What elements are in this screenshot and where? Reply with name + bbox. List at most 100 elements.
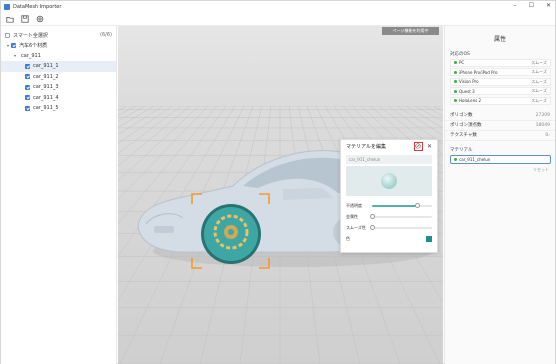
tree-item[interactable]: ▾ car_911: [1, 51, 116, 62]
stat-value: 27309: [535, 112, 550, 118]
material-prop-label: スムーズ性: [346, 224, 366, 230]
tree-item-checkbox[interactable]: [25, 95, 30, 101]
color-label: 色: [346, 235, 350, 241]
tree-item[interactable]: car_911_1: [1, 61, 116, 72]
stat-row: ポリゴン数 27309: [445, 111, 555, 121]
os-name: PC: [459, 60, 465, 65]
material-prop-slider[interactable]: [372, 202, 432, 208]
stat-row: ポリゴン頂点数 18049: [445, 121, 555, 131]
app-window: DataMesh Importer – ☐ ✕ スマート全選択 (6/6) ▾ 汽…: [0, 0, 556, 364]
os-status: スムーズ: [531, 78, 547, 84]
os-status: スムーズ: [531, 59, 547, 65]
os-status: スムーズ: [531, 69, 547, 74]
material-status-dot: [454, 157, 457, 161]
close-icon[interactable]: ✕: [546, 2, 551, 9]
smart-select-count: (6/6): [100, 32, 112, 38]
app-logo-icon: [4, 3, 10, 10]
maximize-icon[interactable]: ☐: [529, 2, 534, 9]
dialog-title: マテリアルを編集: [346, 143, 386, 150]
properties-title: 属性: [493, 36, 506, 43]
os-status: スムーズ: [531, 88, 547, 93]
material-prop-label: 金属性: [346, 213, 358, 219]
smart-select-label: スマート全選択: [13, 32, 48, 39]
tree-item-checkbox[interactable]: [25, 63, 30, 69]
material-name-field[interactable]: car_911_chelun: [346, 155, 432, 164]
edit-icon: [415, 143, 422, 149]
material-prop-slider[interactable]: [369, 224, 432, 230]
stat-row: テクスチャ数 0 ›: [445, 131, 555, 141]
material-edit-dialog: マテリアルを編集 ✕ car_911_chelun 不透明度金属性スムーズ性 色: [340, 139, 438, 253]
stat-label: ポリゴン数: [450, 113, 473, 118]
material-prop-row: 不透明度: [341, 200, 437, 211]
tree-item[interactable]: car_911_5: [1, 103, 116, 114]
os-row: HoloLens 2 スムーズ: [450, 96, 551, 105]
save-icon: [21, 14, 29, 23]
expand-caret-icon[interactable]: ▾: [12, 53, 18, 58]
os-status-dot: [454, 70, 457, 74]
os-status: スムーズ: [531, 97, 547, 103]
slider-knob[interactable]: [369, 224, 375, 230]
slider-knob[interactable]: [369, 213, 375, 219]
slider-fill: [372, 204, 417, 207]
window-controls: – ☐ ✕: [514, 2, 551, 9]
os-status-dot: [454, 99, 457, 102]
os-name: Quest 3: [459, 88, 475, 94]
tree-item-checkbox[interactable]: [25, 105, 30, 111]
color-swatch[interactable]: [426, 235, 432, 242]
reset-button[interactable]: リセット: [445, 167, 549, 173]
properties-panel: 属性 対応のOS PC スムーズ iPhone Pro/iPad Pro スムーズ Vi…: [444, 26, 555, 364]
os-status-dot: [454, 80, 457, 83]
tree-item-label: car_911_2: [33, 73, 59, 80]
material-preview: [346, 166, 432, 196]
os-status-dot: [454, 89, 457, 93]
material-field[interactable]: car_911_chelun: [450, 154, 551, 164]
stat-value: 18049: [535, 122, 550, 128]
color-row: 色: [341, 233, 437, 244]
viewport-mode-button[interactable]: ページ機能を利用中: [382, 27, 439, 35]
material-preview-sphere: [381, 173, 397, 189]
minimize-icon[interactable]: –: [514, 2, 517, 9]
material-props: 不透明度金属性スムーズ性: [341, 200, 437, 233]
hierarchy-panel: スマート全選択 (6/6) ▾ 汽车6个材质 ▾ car_911 car_911_1 ca…: [1, 26, 117, 364]
os-name: HoloLens 2: [459, 98, 482, 103]
tree-item[interactable]: car_911_3: [1, 82, 116, 93]
os-list: PC スムーズ iPhone Pro/iPad Pro スムーズ Vision Pro ス…: [445, 58, 555, 105]
tree-item-checkbox[interactable]: [25, 74, 30, 80]
os-row: Quest 3 スムーズ: [450, 87, 551, 95]
tree-item[interactable]: ▾ 汽车6个材质: [1, 40, 116, 51]
os-status-dot: [454, 61, 457, 64]
smart-select-row[interactable]: スマート全選択 (6/6): [1, 30, 116, 40]
tree-item-label: car_911_1: [33, 63, 59, 70]
os-row: iPhone Pro/iPad Pro スムーズ: [450, 68, 551, 76]
os-row: PC スムーズ: [450, 58, 551, 67]
settings-icon: [36, 15, 44, 22]
material-prop-row: スムーズ性: [341, 222, 437, 233]
open-folder-button[interactable]: [5, 14, 15, 24]
chevron-right-icon[interactable]: ›: [548, 133, 550, 138]
stat-label: ポリゴン頂点数: [450, 123, 482, 128]
material-prop-label: 不透明度: [346, 202, 362, 208]
model-tree: ▾ 汽车6个材质 ▾ car_911 car_911_1 car_911_2 car_911…: [1, 40, 116, 114]
open-folder-icon: [6, 16, 14, 23]
save-button[interactable]: [20, 14, 30, 24]
tree-item[interactable]: car_911_2: [1, 72, 116, 83]
tree-item-checkbox[interactable]: [25, 84, 30, 90]
slider-knob[interactable]: [414, 202, 420, 208]
panel-splitter-handle[interactable]: ⋮: [230, 216, 234, 222]
title-bar: DataMesh Importer – ☐ ✕: [1, 1, 555, 12]
material-prop-slider[interactable]: [369, 213, 432, 219]
os-name: Vision Pro: [459, 79, 479, 84]
tree-item-label: car_911_5: [33, 105, 59, 112]
close-icon[interactable]: ✕: [427, 143, 432, 150]
dialog-header: マテリアルを編集 ✕: [341, 140, 437, 152]
tree-item-label: car_911: [21, 52, 41, 59]
tree-item[interactable]: car_911_4: [1, 93, 116, 104]
edit-material-button[interactable]: [413, 141, 423, 151]
smart-select-checkbox[interactable]: [5, 32, 10, 38]
tree-item-label: car_911_4: [33, 94, 59, 101]
settings-button[interactable]: [35, 14, 45, 24]
tree-item-checkbox[interactable]: [11, 42, 16, 48]
os-row: Vision Pro スムーズ: [450, 77, 551, 86]
stat-label: テクスチャ数: [450, 133, 477, 138]
tree-item-label: 汽车6个材质: [19, 42, 48, 49]
